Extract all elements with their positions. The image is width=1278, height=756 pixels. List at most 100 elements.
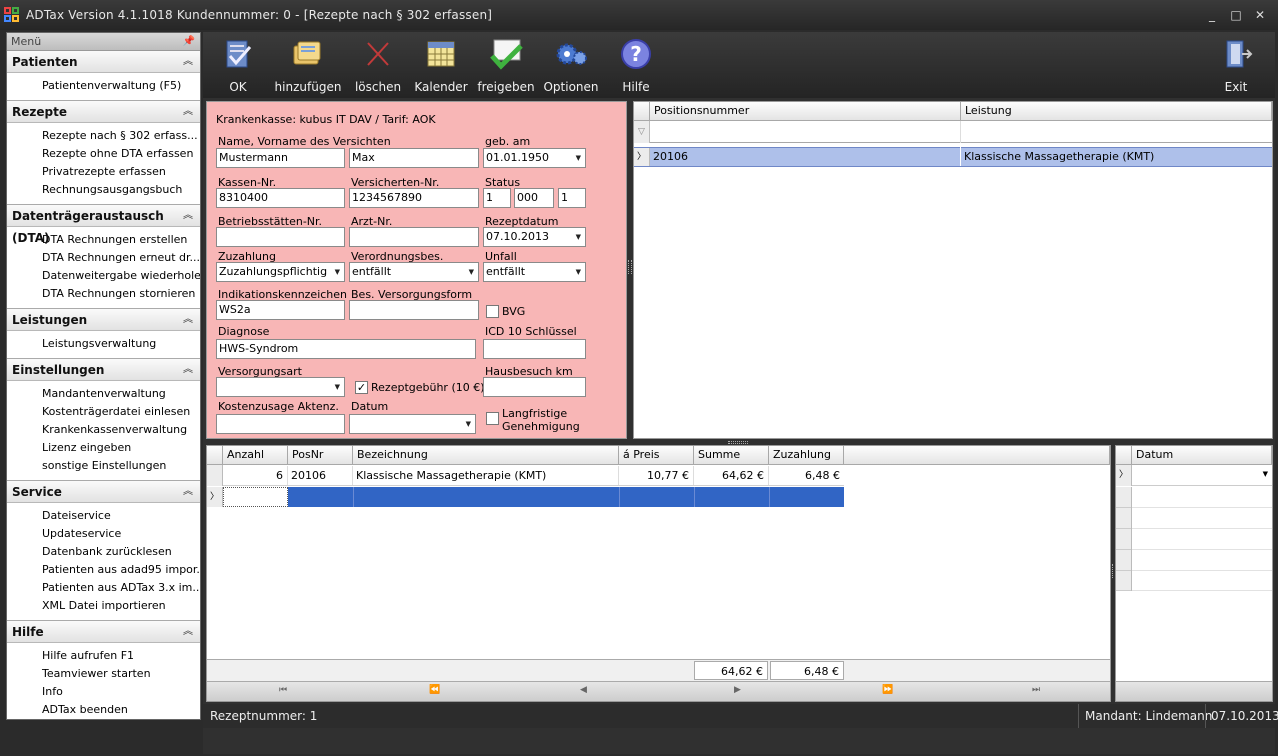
ok-button[interactable]: OK (203, 36, 273, 96)
zuzahlung-select[interactable]: Zuzahlungspflichtig (216, 262, 345, 282)
help-button[interactable]: ? Hilfe (601, 36, 671, 96)
group-header-leistungen[interactable]: Leistungen ︽ (7, 309, 200, 331)
sidebar-item-patientenverwaltung[interactable]: Patientenverwaltung (F5) (7, 77, 200, 95)
first-record-icon[interactable]: ⏮ (279, 685, 287, 695)
vertical-splitter[interactable] (628, 260, 632, 274)
add-button[interactable]: hinzufügen (273, 36, 343, 96)
minimize-button[interactable]: _ (1200, 6, 1224, 24)
sidebar-item-xml[interactable]: XML Datei importieren (7, 597, 200, 615)
sidebar-item-datenbank[interactable]: Datenbank zurücklesen (7, 543, 200, 561)
collapse-icon[interactable]: ︽ (183, 51, 193, 73)
sidebar-item-info[interactable]: Info (7, 683, 200, 701)
column-header-anzahl[interactable]: Anzahl (223, 446, 288, 465)
column-header-datum[interactable]: Datum (1132, 446, 1272, 465)
maximize-button[interactable]: □ (1224, 6, 1248, 24)
column-header-zuzahlung[interactable]: Zuzahlung (769, 446, 844, 465)
sidebar-item-lizenz[interactable]: Lizenz eingeben (7, 439, 200, 457)
versicherten-nr-input[interactable]: 1234567890 (349, 188, 479, 208)
sidebar-item-dta-erneut[interactable]: DTA Rechnungen erneut dr... (7, 249, 200, 267)
collapse-icon[interactable]: ︽ (183, 481, 193, 503)
last-record-icon[interactable]: ⏭ (1032, 685, 1040, 695)
prev-page-icon[interactable]: ⏪ (429, 685, 440, 695)
sidebar-item-teamviewer[interactable]: Teamviewer starten (7, 665, 200, 683)
table-row[interactable]: 〉 20106 Klassische Massagetherapie (KMT) (634, 147, 1272, 167)
new-row-anzahl-input[interactable] (223, 487, 288, 507)
sidebar-item-adad95[interactable]: Patienten aus adad95 impor... (7, 561, 200, 579)
group-header-einstellungen[interactable]: Einstellungen ︽ (7, 359, 200, 381)
collapse-icon[interactable]: ︽ (183, 621, 193, 643)
group-header-dta[interactable]: Datenträgeraustausch (DTA) ︽ (7, 205, 200, 245)
indikation-input[interactable]: WS2a (216, 300, 345, 320)
sidebar-item-sonstige[interactable]: sonstige Einstellungen (7, 457, 200, 475)
options-button[interactable]: Optionen (536, 36, 606, 96)
collapse-icon[interactable]: ︽ (183, 205, 193, 227)
next-page-icon[interactable]: ⏩ (882, 685, 893, 695)
betriebsstaetten-input[interactable] (216, 227, 345, 247)
status-field-1[interactable]: 1 (483, 188, 511, 208)
langfristig-checkbox[interactable] (486, 412, 499, 425)
lastname-input[interactable]: Mustermann (216, 148, 345, 168)
group-header-rezepte[interactable]: Rezepte ︽ (7, 101, 200, 123)
prev-record-icon[interactable]: ◀ (580, 685, 587, 695)
sidebar-item-kostentraeger[interactable]: Kostenträgerdatei einlesen (7, 403, 200, 421)
sidebar-item-privatrezepte[interactable]: Privatrezepte erfassen (7, 163, 200, 181)
sidebar-item-hilfe[interactable]: Hilfe aufrufen F1 (7, 647, 200, 665)
icd-input[interactable] (483, 339, 586, 359)
sidebar-item-dateiservice[interactable]: Dateiservice (7, 507, 200, 525)
column-header-summe[interactable]: Summe (694, 446, 769, 465)
column-header-leistung[interactable]: Leistung (961, 102, 1272, 121)
new-row[interactable]: 〉 (207, 487, 844, 507)
rezeptdatum-date-picker[interactable]: 07.10.2013 (483, 227, 586, 247)
status-field-2[interactable]: 000 (514, 188, 554, 208)
group-header-patienten[interactable]: Patienten ︽ (7, 51, 200, 73)
filter-cell-leistung[interactable] (961, 121, 1272, 143)
sidebar-item-rezepte-302[interactable]: Rezepte nach § 302 erfass... (7, 127, 200, 145)
next-record-icon[interactable]: ▶ (734, 685, 741, 695)
diagnose-input[interactable]: HWS-Syndrom (216, 339, 476, 359)
delete-button[interactable]: löschen (343, 36, 413, 96)
collapse-icon[interactable]: ︽ (183, 101, 193, 123)
group-header-service[interactable]: Service ︽ (7, 481, 200, 503)
sidebar-item-krankenkassen[interactable]: Krankenkassenverwaltung (7, 421, 200, 439)
sidebar-item-mandantenverwaltung[interactable]: Mandantenverwaltung (7, 385, 200, 403)
column-header-preis[interactable]: á Preis (619, 446, 694, 465)
sidebar-item-adtax3[interactable]: Patienten aus ADTax 3.x im... (7, 579, 200, 597)
column-header-positionsnummer[interactable]: Positionsnummer (650, 102, 961, 121)
versorgungsform-input[interactable] (349, 300, 479, 320)
column-header-bezeichnung[interactable]: Bezeichnung (353, 446, 619, 465)
rezeptgebuehr-checkbox[interactable]: ✓ (355, 381, 368, 394)
verordnung-select[interactable]: entfällt (349, 262, 479, 282)
column-header-posnr[interactable]: PosNr (288, 446, 353, 465)
horizontal-splitter[interactable] (728, 441, 748, 444)
date-row[interactable]: 〉 ▼ (1116, 465, 1272, 486)
sidebar-item-rezepte-ohne-dta[interactable]: Rezepte ohne DTA erfassen (7, 145, 200, 163)
pin-icon[interactable]: 📌 (183, 33, 195, 51)
bvg-checkbox[interactable] (486, 305, 499, 318)
datum-date-picker[interactable] (349, 414, 476, 434)
hausbesuch-input[interactable] (483, 377, 586, 397)
new-row-selection[interactable] (288, 487, 844, 507)
status-field-3[interactable]: 1 (558, 188, 586, 208)
arzt-input[interactable] (349, 227, 479, 247)
kassen-nr-input[interactable]: 8310400 (216, 188, 345, 208)
unfall-select[interactable]: entfällt (483, 262, 586, 282)
release-button[interactable]: freigeben (471, 36, 541, 96)
filter-icon[interactable]: ▽ (634, 121, 650, 143)
sidebar-item-rechnungsausgangsbuch[interactable]: Rechnungsausgangsbuch (7, 181, 200, 199)
kostenzusage-input[interactable] (216, 414, 345, 434)
filter-cell-positionsnummer[interactable] (650, 121, 961, 143)
sidebar-item-leistungsverwaltung[interactable]: Leistungsverwaltung (7, 335, 200, 353)
firstname-input[interactable]: Max (349, 148, 479, 168)
sidebar-item-dta-stornieren[interactable]: DTA Rechnungen stornieren (7, 285, 200, 303)
exit-button[interactable]: Exit (1201, 36, 1271, 96)
dob-date-picker[interactable]: 01.01.1950 (483, 148, 586, 168)
calendar-button[interactable]: Kalender (406, 36, 476, 96)
versorgungsart-select[interactable] (216, 377, 345, 397)
collapse-icon[interactable]: ︽ (183, 359, 193, 381)
sidebar-item-beenden[interactable]: ADTax beenden (7, 701, 200, 719)
sidebar-item-updateservice[interactable]: Updateservice (7, 525, 200, 543)
table-row[interactable]: 6 20106 Klassische Massagetherapie (KMT)… (207, 465, 844, 486)
collapse-icon[interactable]: ︽ (183, 309, 193, 331)
group-header-hilfe[interactable]: Hilfe ︽ (7, 621, 200, 643)
date-dropdown-icon[interactable]: ▼ (1263, 470, 1268, 478)
